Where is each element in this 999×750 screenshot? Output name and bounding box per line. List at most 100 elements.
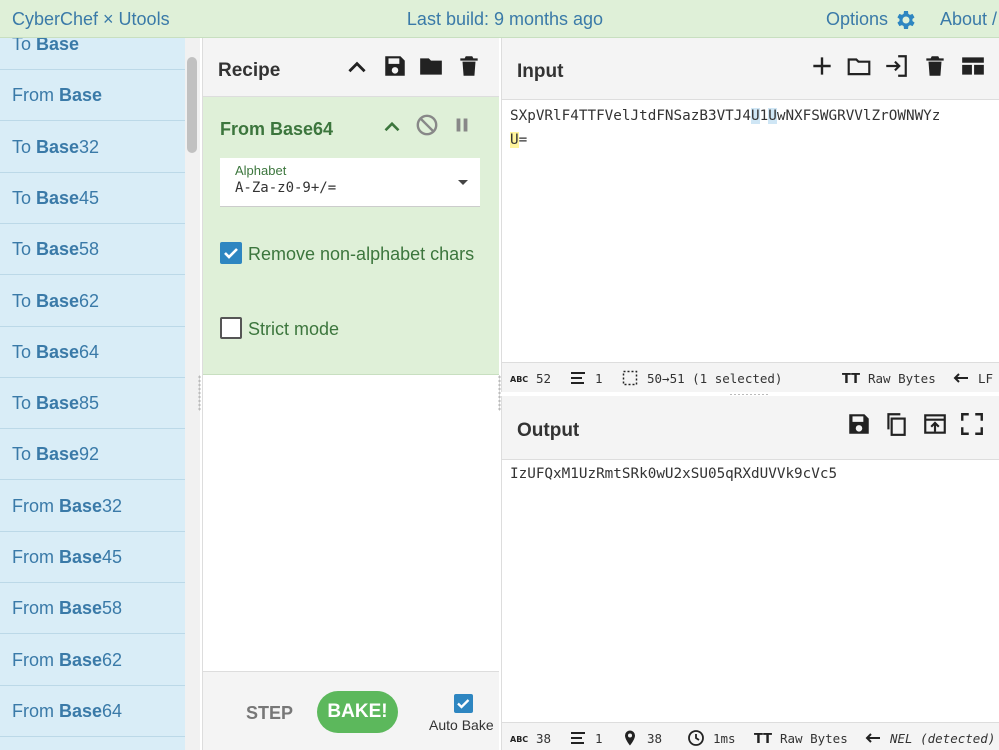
operation-prefix: To bbox=[12, 393, 37, 414]
operation-list-item[interactable]: To Base32 bbox=[0, 122, 185, 173]
checkmark-icon bbox=[457, 699, 470, 709]
operation-list-item[interactable]: To Base64 bbox=[0, 327, 185, 378]
pause-icon[interactable] bbox=[449, 112, 475, 138]
operation-list-item[interactable]: From Base bbox=[0, 70, 185, 122]
save-icon[interactable] bbox=[846, 411, 872, 437]
operation-prefix: To bbox=[12, 341, 37, 362]
abc-length-icon: ABC bbox=[510, 375, 528, 384]
operation-list-item[interactable]: From Base32 bbox=[0, 481, 185, 532]
input-highlight: U bbox=[768, 108, 777, 124]
operation-prefix: From bbox=[12, 85, 59, 106]
output-encoding[interactable]: Raw Bytes bbox=[780, 731, 848, 746]
font-size-icon: TT bbox=[754, 732, 772, 747]
input-text-segment: wNXFSWGRVVlZrOWNWYz bbox=[776, 108, 941, 124]
recipe-operation-from-base64[interactable]: From Base64 Alphabet A-Za-z0-9+/= Remove… bbox=[203, 97, 499, 375]
ops-recipe-splitter[interactable] bbox=[198, 375, 201, 411]
operation-match: Base bbox=[59, 547, 103, 567]
trash-icon[interactable] bbox=[456, 53, 482, 79]
svg-text:ABC: ABC bbox=[510, 735, 528, 744]
operation-match: Base bbox=[36, 290, 80, 311]
remove-non-alphabet-checkbox[interactable] bbox=[220, 242, 242, 264]
selection-icon bbox=[622, 370, 638, 386]
font-size-icon: TT bbox=[842, 372, 860, 387]
recipe-header: Recipe bbox=[203, 38, 499, 97]
operation-list-item[interactable]: From Base62 bbox=[0, 635, 185, 686]
location-icon bbox=[625, 730, 635, 746]
operation-match: Base bbox=[36, 239, 80, 260]
output-eol[interactable]: NEL (detected) bbox=[890, 731, 995, 746]
trash-icon[interactable] bbox=[922, 53, 948, 79]
input-length: 52 bbox=[536, 371, 552, 386]
output-length: 38 bbox=[536, 731, 552, 746]
input-text-area[interactable]: SXpVRlF4TTFVelJtdFNSazB3VTJ4U1UwNXFSWGRV… bbox=[510, 104, 940, 152]
checkmark-icon bbox=[224, 248, 238, 259]
line-ending-icon bbox=[953, 373, 968, 383]
bake-button[interactable]: BAKE! bbox=[317, 691, 398, 733]
import-icon[interactable] bbox=[883, 53, 909, 79]
operation-match: Base bbox=[36, 393, 80, 414]
gear-icon[interactable] bbox=[893, 8, 917, 32]
operation-list-item[interactable]: To Base62 bbox=[0, 276, 185, 327]
about-link[interactable]: About / bbox=[940, 9, 997, 30]
output-header: Output bbox=[502, 396, 999, 460]
operation-match: Base bbox=[36, 38, 80, 54]
output-text-area[interactable]: IzUFQxM1UzRmtSRk0wU2xSU05qRXdUVVk9cVc5 bbox=[510, 462, 837, 486]
abc-length-icon: ABC bbox=[510, 735, 528, 744]
operation-list-item[interactable]: To Base92 bbox=[0, 429, 185, 481]
step-button[interactable]: STEP bbox=[246, 703, 293, 724]
operation-suffix: 58 bbox=[102, 598, 123, 619]
operation-match: Base bbox=[36, 444, 80, 465]
top-banner: CyberChef × Utools Last build: 9 months … bbox=[0, 0, 999, 38]
lines-icon bbox=[571, 732, 585, 744]
operation-match: Base bbox=[59, 649, 103, 670]
operation-suffix: 62 bbox=[79, 290, 100, 311]
operation-match: Base bbox=[59, 598, 103, 619]
operation-list-item[interactable]: From Base45 bbox=[0, 532, 185, 583]
fullscreen-icon[interactable] bbox=[959, 411, 985, 437]
input-eol[interactable]: LF bbox=[978, 371, 993, 386]
alphabet-value[interactable]: A-Za-z0-9+/= bbox=[235, 180, 336, 196]
output-time: 1ms bbox=[713, 731, 736, 746]
disable-icon[interactable] bbox=[414, 112, 440, 138]
input-selection-range: 50→51 (1 selected) bbox=[647, 371, 783, 386]
upload-icon[interactable] bbox=[922, 411, 948, 437]
line-ending-icon bbox=[865, 733, 880, 743]
options-link[interactable]: Options bbox=[826, 9, 888, 30]
recipe-pane: Recipe From Base64 Alphabet A-Za-z0-9+/=… bbox=[202, 38, 499, 750]
input-selection: U bbox=[510, 132, 519, 148]
remove-non-alphabet-label[interactable]: Remove non-alphabet chars bbox=[248, 244, 474, 265]
operation-prefix: From bbox=[12, 649, 59, 670]
input-header: Input bbox=[502, 38, 999, 100]
recipe-controls: STEP BAKE! Auto Bake bbox=[203, 671, 499, 750]
operation-list-item[interactable]: To Base85 bbox=[0, 378, 185, 430]
folder-icon[interactable] bbox=[846, 53, 872, 79]
folder-icon[interactable] bbox=[418, 53, 444, 79]
operation-list-item[interactable]: To Base bbox=[0, 38, 185, 70]
operation-list-item[interactable]: To Base58 bbox=[0, 224, 185, 276]
operation-list-item[interactable]: From Base58 bbox=[0, 583, 185, 635]
operation-suffix: 62 bbox=[102, 649, 123, 670]
operations-scrollbar-thumb[interactable] bbox=[187, 57, 197, 153]
input-status-bar: ABC 52 1 50→51 (1 selected) TT Raw Bytes… bbox=[502, 362, 999, 392]
input-encoding[interactable]: Raw Bytes bbox=[868, 371, 936, 386]
chevron-up-icon[interactable] bbox=[379, 114, 405, 140]
operation-suffix: 85 bbox=[79, 393, 100, 414]
auto-bake-label[interactable]: Auto Bake bbox=[429, 717, 494, 733]
operation-suffix: 45 bbox=[102, 547, 123, 567]
strict-mode-label[interactable]: Strict mode bbox=[248, 319, 339, 340]
layout-icon[interactable] bbox=[960, 53, 986, 79]
chevron-up-icon[interactable] bbox=[344, 55, 370, 81]
dropdown-caret-icon[interactable] bbox=[446, 158, 480, 207]
operation-match: Base bbox=[36, 187, 80, 208]
operation-list-item[interactable]: From Base64 bbox=[0, 686, 185, 737]
recipe-title: Recipe bbox=[218, 60, 281, 81]
svg-text:TT: TT bbox=[842, 372, 860, 387]
copy-icon[interactable] bbox=[883, 411, 909, 437]
strict-mode-checkbox[interactable] bbox=[220, 317, 242, 339]
save-icon[interactable] bbox=[382, 53, 408, 79]
input-title: Input bbox=[517, 61, 564, 82]
plus-icon[interactable] bbox=[809, 53, 835, 79]
alphabet-select[interactable]: Alphabet A-Za-z0-9+/= bbox=[220, 158, 480, 207]
operation-list-item[interactable]: To Base45 bbox=[0, 173, 185, 224]
auto-bake-checkbox[interactable] bbox=[454, 694, 473, 713]
